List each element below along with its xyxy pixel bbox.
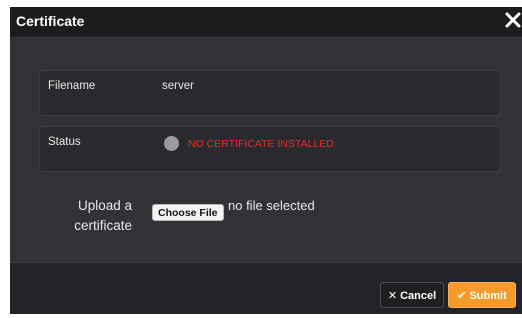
submit-label: Submit bbox=[469, 290, 507, 302]
file-status-text: no file selected bbox=[228, 198, 315, 213]
x-icon: ✕ bbox=[387, 290, 398, 302]
status-label: Status bbox=[48, 136, 81, 148]
status-row: Status NO CERTIFICATE INSTALLED bbox=[39, 126, 501, 172]
certificate-dialog: Certificate Filename server Status NO CE… bbox=[10, 7, 522, 314]
check-icon: ✔ bbox=[457, 290, 467, 302]
submit-button[interactable]: ✔ Submit bbox=[448, 282, 516, 308]
cancel-label: Cancel bbox=[400, 290, 437, 302]
status-value: NO CERTIFICATE INSTALLED bbox=[188, 138, 334, 150]
filename-value: server bbox=[162, 80, 194, 92]
cancel-button[interactable]: ✕ Cancel bbox=[380, 282, 444, 308]
close-icon[interactable] bbox=[503, 10, 522, 30]
dialog-body: Filename server Status NO CERTIFICATE IN… bbox=[10, 38, 522, 262]
filename-label: Filename bbox=[48, 80, 96, 92]
upload-label: Upload a certificate bbox=[74, 198, 132, 233]
dialog-title: Certificate bbox=[16, 13, 85, 29]
filename-row: Filename server bbox=[39, 70, 501, 116]
choose-file-button[interactable]: Choose File bbox=[152, 204, 224, 221]
dialog-footer: ✕ Cancel ✔ Submit bbox=[10, 262, 522, 314]
status-indicator-icon bbox=[164, 136, 179, 151]
dialog-title-bar: Certificate bbox=[10, 7, 522, 38]
